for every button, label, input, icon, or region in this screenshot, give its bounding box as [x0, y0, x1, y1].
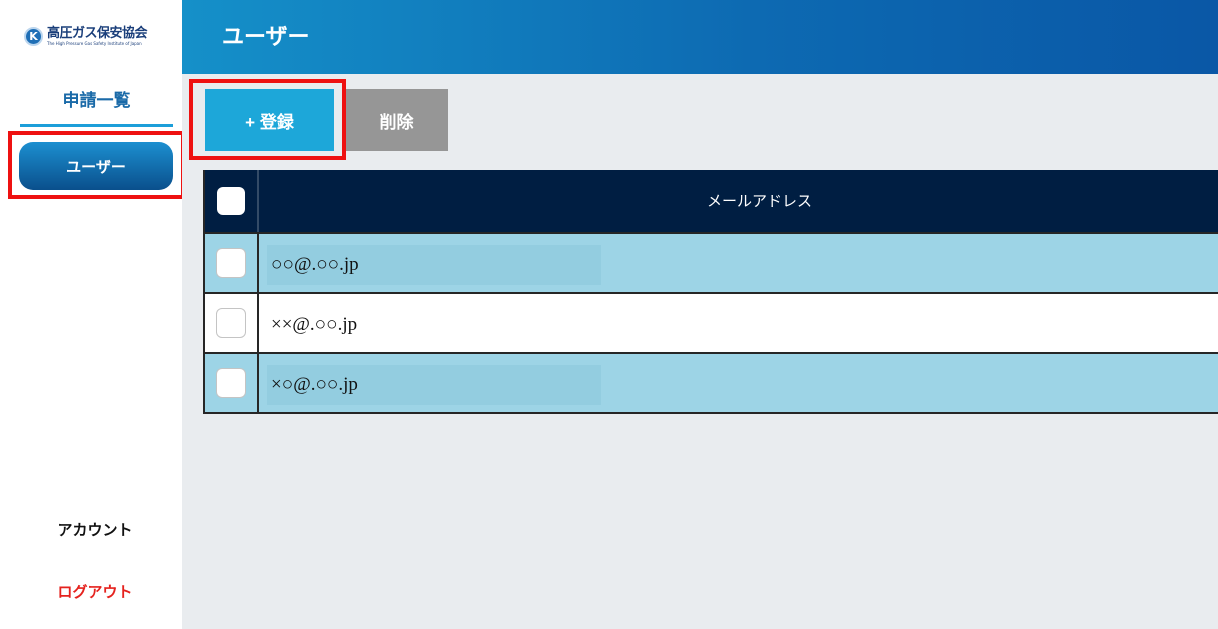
logo-icon: K: [24, 26, 43, 46]
table-row[interactable]: ××@.○○.jp: [205, 292, 1218, 352]
select-all-checkbox[interactable]: [217, 187, 245, 215]
row-checkbox[interactable]: [216, 248, 246, 278]
highlight-box-register: [189, 79, 346, 160]
table-header-row: メールアドレス: [205, 170, 1218, 232]
logo-text: 高圧ガス保安協会: [47, 25, 148, 41]
highlight-box-user: [8, 131, 185, 199]
page-header: ユーザー: [182, 0, 1218, 74]
column-header-email[interactable]: メールアドレス: [259, 170, 1218, 232]
email-cell[interactable]: ×○@.○○.jp: [271, 354, 358, 412]
logo-subtext: The High Pressure Gas Safety Institute o…: [47, 40, 142, 46]
main-content: ユーザー + 登録 削除 メールアドレス ○○@.○○.jp ××@.○○.jp…: [182, 0, 1218, 629]
row-checkbox[interactable]: [216, 308, 246, 338]
table-row[interactable]: ○○@.○○.jp: [205, 232, 1218, 292]
sidebar-item-logout[interactable]: ログアウト: [40, 578, 150, 606]
row-checkbox[interactable]: [216, 368, 246, 398]
page-title: ユーザー: [222, 25, 310, 50]
table-row[interactable]: ×○@.○○.jp: [205, 352, 1218, 412]
sidebar-item-application-list[interactable]: 申請一覧: [20, 84, 173, 126]
email-cell[interactable]: ○○@.○○.jp: [271, 234, 359, 292]
sidebar: K 高圧ガス保安協会 The High Pressure Gas Safety …: [0, 0, 185, 629]
email-cell[interactable]: ××@.○○.jp: [271, 294, 357, 352]
delete-button[interactable]: 削除: [345, 89, 448, 151]
user-table: メールアドレス ○○@.○○.jp ××@.○○.jp ×○@.○○.jp: [203, 170, 1218, 414]
logo[interactable]: K 高圧ガス保安協会 The High Pressure Gas Safety …: [24, 22, 174, 50]
sidebar-item-account[interactable]: アカウント: [40, 516, 150, 544]
sidebar-divider: [20, 124, 173, 127]
